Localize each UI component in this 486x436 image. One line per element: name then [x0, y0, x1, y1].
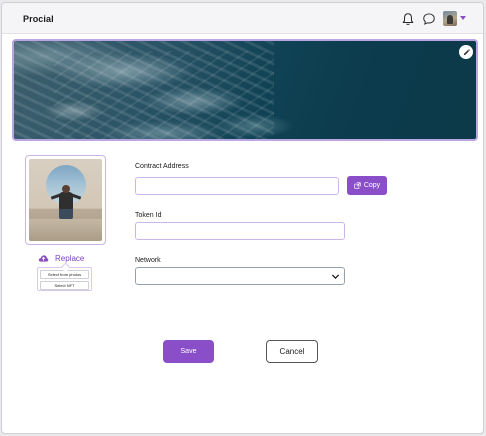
replace-button[interactable]: Replace	[38, 252, 84, 264]
cover-banner	[12, 39, 478, 141]
menu-item-select-nft[interactable]: Select NFT	[40, 281, 89, 290]
contract-address-label: Contract Address	[135, 163, 189, 170]
cancel-button[interactable]: Cancel	[266, 340, 318, 363]
avatar[interactable]	[443, 11, 457, 26]
cloud-upload-icon	[38, 254, 49, 262]
profile-picture-ledge	[29, 219, 102, 241]
save-button[interactable]: Save	[163, 340, 214, 363]
contract-address-input[interactable]	[135, 177, 339, 195]
profile-picture-body	[59, 192, 73, 210]
chat-icon[interactable]	[422, 12, 436, 26]
replace-label: Replace	[55, 253, 85, 263]
top-bar: Procial	[2, 3, 483, 34]
copy-label: Copy	[363, 182, 381, 189]
app-title: Procial	[23, 14, 54, 24]
external-copy-icon	[354, 182, 361, 189]
token-id-label: Token Id	[135, 212, 162, 219]
replace-menu: Select from photos Select NFT	[37, 267, 92, 291]
profile-picture-head	[62, 185, 70, 193]
edit-banner-button[interactable]	[459, 45, 473, 59]
token-id-input[interactable]	[135, 222, 345, 240]
bell-icon[interactable]	[401, 12, 415, 26]
menu-item-select-from-photos[interactable]: Select from photos	[40, 270, 89, 279]
pencil-icon	[463, 48, 470, 55]
avatar-figure	[447, 15, 453, 24]
network-label: Network	[135, 257, 161, 264]
chevron-down-icon[interactable]	[460, 16, 466, 20]
profile-picture	[29, 159, 102, 241]
chevron-down-icon	[331, 274, 340, 280]
banner-texture-overlay	[54, 51, 274, 139]
network-select[interactable]	[135, 267, 345, 285]
app-window: Procial Replace Select from photos Selec…	[1, 2, 484, 434]
profile-picture-card[interactable]	[25, 155, 106, 245]
profile-picture-legs	[59, 209, 73, 219]
copy-button[interactable]: Copy	[347, 176, 387, 195]
